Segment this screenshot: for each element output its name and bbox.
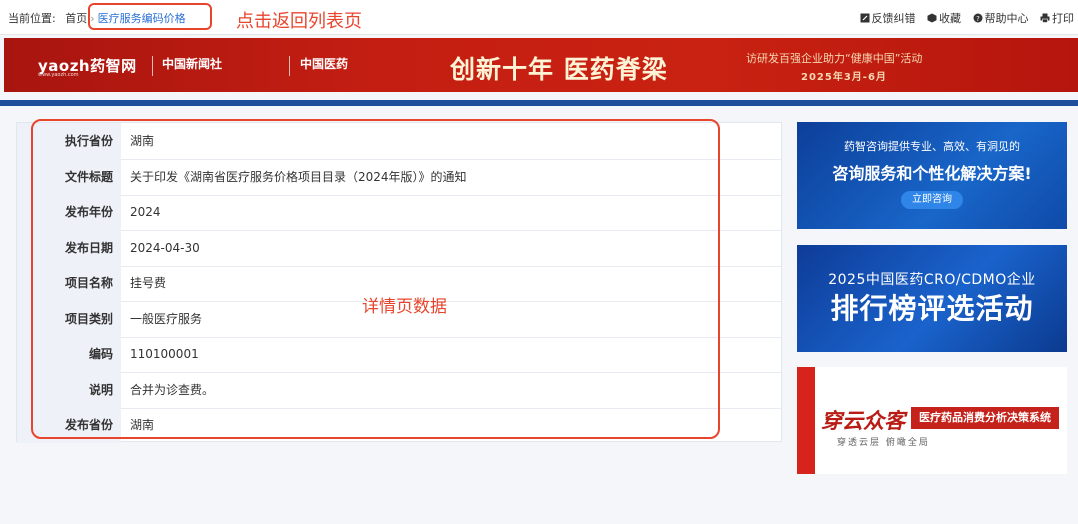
print-label: 打印 xyxy=(1052,12,1074,25)
help-label: 帮助中心 xyxy=(984,12,1029,25)
favorite-button[interactable]: 收藏 xyxy=(927,12,965,25)
banner-headline: 创新十年 医药脊梁 xyxy=(450,55,668,84)
print-button[interactable]: 打印 xyxy=(1040,12,1074,25)
ad-accent-bar xyxy=(797,367,815,474)
chuanyun-ad[interactable]: 穿云众客 医疗药品消费分析决策系统 穿透云层 俯瞰全局 xyxy=(797,367,1067,474)
consult-now-button[interactable]: 立即咨询 xyxy=(901,191,963,209)
cro-ad-line1: 2025中国医药CRO/CDMO企业 xyxy=(828,272,1036,288)
cro-ranking-ad[interactable]: 2025中国医药CRO/CDMO企业 排行榜评选活动 xyxy=(797,245,1067,352)
partner-logo-pharma: 中国医药 xyxy=(300,57,349,71)
feedback-button[interactable]: 反馈纠错 xyxy=(860,12,920,25)
chuanyun-brand: 穿云众客 xyxy=(821,409,905,433)
back-link-highlight-box xyxy=(88,3,212,30)
svg-text:?: ? xyxy=(976,15,980,23)
yaozh-logo-url: www.yaozh.com xyxy=(38,72,79,78)
help-center-button[interactable]: ? 帮助中心 xyxy=(973,12,1033,25)
consulting-ad[interactable]: 药智咨询提供专业、高效、有洞见的 咨询服务和个性化解决方案! 立即咨询 xyxy=(797,122,1067,229)
chuanyun-tagline: 医疗药品消费分析决策系统 xyxy=(919,411,1051,424)
banner-divider xyxy=(289,56,290,76)
edit-icon xyxy=(860,13,869,23)
banner-date: 2025年3月-6月 xyxy=(801,72,887,83)
breadcrumb-home-link[interactable]: 首页 xyxy=(65,12,87,25)
favorite-label: 收藏 xyxy=(939,12,961,25)
consulting-ad-line2: 咨询服务和个性化解决方案! xyxy=(832,164,1032,183)
printer-icon xyxy=(1040,13,1050,23)
chuanyun-slogan: 穿透云层 俯瞰全局 xyxy=(837,438,930,448)
feedback-label: 反馈纠错 xyxy=(871,12,916,25)
toolbar: 反馈纠错 收藏 ? 帮助中心 打印 xyxy=(852,10,1074,26)
header-divider xyxy=(0,100,1078,106)
cro-ad-line2: 排行榜评选活动 xyxy=(830,292,1034,325)
banner-event-text: 访研发百强企业助力“健康中国”活动 xyxy=(746,52,923,65)
partner-logo-news: 中国新闻社 xyxy=(162,57,223,71)
cube-icon xyxy=(927,13,937,23)
detail-highlight-box xyxy=(31,119,720,439)
question-circle-icon: ? xyxy=(973,13,982,23)
banner-divider xyxy=(152,56,153,76)
consulting-ad-line1: 药智咨询提供专业、高效、有洞见的 xyxy=(844,140,1020,153)
detail-data-annotation: 详情页数据 xyxy=(362,297,447,317)
top-bar: 当前位置: 首页 › 医疗服务编码价格 点击返回列表页 反馈纠错 收藏 ? 帮助中心 … xyxy=(0,0,1078,35)
back-hint-annotation: 点击返回列表页 xyxy=(236,11,362,32)
promo-banner[interactable]: yaozh药智网 www.yaozh.com 中国新闻社 中国医药 创新十年 医… xyxy=(4,38,1078,92)
breadcrumb-prefix: 当前位置: xyxy=(8,12,56,25)
